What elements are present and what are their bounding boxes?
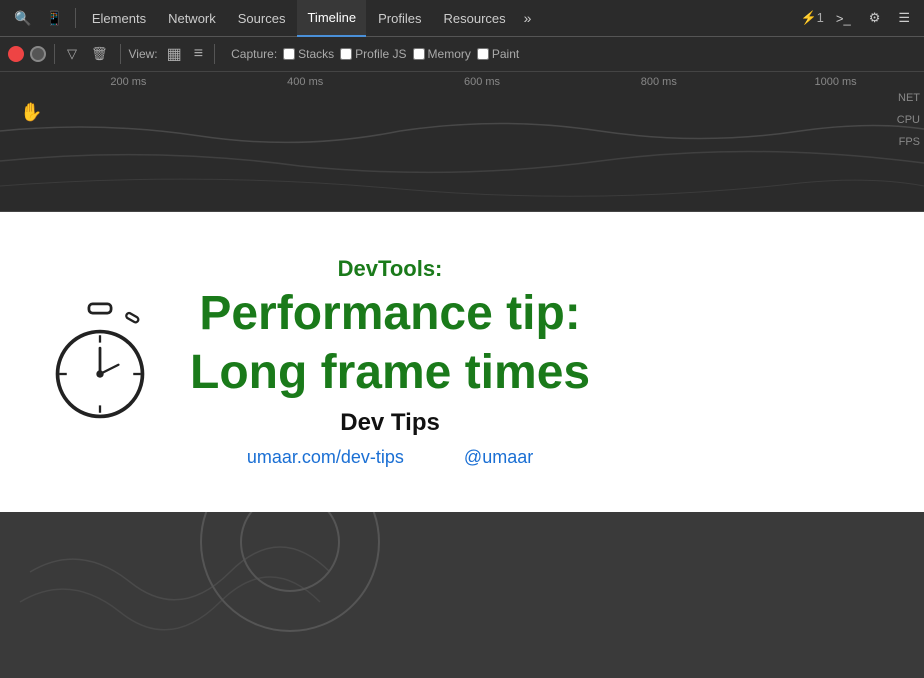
timeline-decorative-lines: [0, 111, 924, 211]
paint-label: Paint: [492, 47, 519, 61]
toolbar-separator: [75, 8, 76, 28]
net-label: NET: [897, 92, 920, 104]
stacks-checkbox[interactable]: [283, 48, 295, 60]
bar-chart-view-button[interactable]: ▦: [164, 44, 185, 64]
device-icon[interactable]: 📱: [39, 6, 68, 31]
timeline-controls: ▽ 🗑 View: ▦ ≡ Capture: Stacks Profile JS…: [0, 37, 924, 72]
memory-checkbox-group[interactable]: Memory: [413, 47, 471, 61]
profile-js-checkbox-group[interactable]: Profile JS: [340, 47, 406, 61]
tick-200: 200 ms: [40, 76, 217, 88]
tab-resources[interactable]: Resources: [433, 0, 515, 37]
bottom-decorative-area: [0, 512, 924, 678]
bottom-wavy-lines: [0, 512, 924, 678]
toolbar2-separator2: [120, 44, 121, 64]
tab-timeline[interactable]: Timeline: [297, 0, 366, 37]
stacks-label: Stacks: [298, 47, 334, 61]
stopwatch-icon: [40, 302, 160, 422]
toolbar-right-actions: ⚡1 >_ ⚙ ☰: [800, 6, 916, 30]
paint-checkbox[interactable]: [477, 48, 489, 60]
record-button[interactable]: [8, 46, 24, 62]
twitter-link[interactable]: @umaar: [464, 447, 533, 468]
tip-card: DevTools: Performance tip: Long frame ti…: [0, 212, 924, 512]
capture-label: Capture:: [231, 47, 277, 61]
stop-button[interactable]: [30, 46, 46, 62]
card-title-line2: Long frame times: [190, 347, 590, 400]
view-label: View:: [129, 47, 158, 61]
search-icon[interactable]: 🔍: [8, 6, 37, 31]
memory-label: Memory: [428, 47, 471, 61]
ruler-ticks: 200 ms 400 ms 600 ms 800 ms 1000 ms: [0, 72, 924, 92]
menu-icon[interactable]: ☰: [892, 6, 916, 30]
website-link[interactable]: umaar.com/dev-tips: [247, 447, 404, 468]
more-tabs-button[interactable]: »: [518, 6, 538, 30]
tick-1000: 1000 ms: [747, 76, 924, 88]
stacks-checkbox-group[interactable]: Stacks: [283, 47, 334, 61]
card-content: DevTools: Performance tip: Long frame ti…: [190, 256, 590, 469]
gear-icon[interactable]: ⚙: [863, 6, 887, 30]
clear-icon[interactable]: 🗑: [87, 44, 112, 64]
profile-js-checkbox[interactable]: [340, 48, 352, 60]
profile-js-label: Profile JS: [355, 47, 406, 61]
card-devtools-label: DevTools:: [190, 256, 590, 282]
card-title-line1: Performance tip:: [190, 288, 590, 341]
paint-checkbox-group[interactable]: Paint: [477, 47, 519, 61]
toolbar2-separator: [54, 44, 55, 64]
toolbar2-separator3: [214, 44, 215, 64]
tab-elements[interactable]: Elements: [82, 0, 156, 37]
tab-sources[interactable]: Sources: [228, 0, 296, 37]
tab-profiles[interactable]: Profiles: [368, 0, 431, 37]
devtools-tab-bar: 🔍 📱 Elements Network Sources Timeline Pr…: [0, 0, 924, 37]
filter-icon[interactable]: ▽: [63, 44, 81, 64]
card-subtitle: Dev Tips: [190, 409, 590, 437]
tick-600: 600 ms: [394, 76, 571, 88]
timeline-ruler-area: ✋ 200 ms 400 ms 600 ms 800 ms 1000 ms NE…: [0, 72, 924, 212]
tab-network[interactable]: Network: [158, 0, 226, 37]
tick-800: 800 ms: [570, 76, 747, 88]
flame-chart-view-button[interactable]: ≡: [191, 45, 206, 63]
card-links: umaar.com/dev-tips @umaar: [190, 447, 590, 468]
tick-400: 400 ms: [217, 76, 394, 88]
terminal-icon[interactable]: >_: [830, 7, 857, 30]
memory-checkbox[interactable]: [413, 48, 425, 60]
counter-badge: ⚡1: [800, 10, 823, 26]
